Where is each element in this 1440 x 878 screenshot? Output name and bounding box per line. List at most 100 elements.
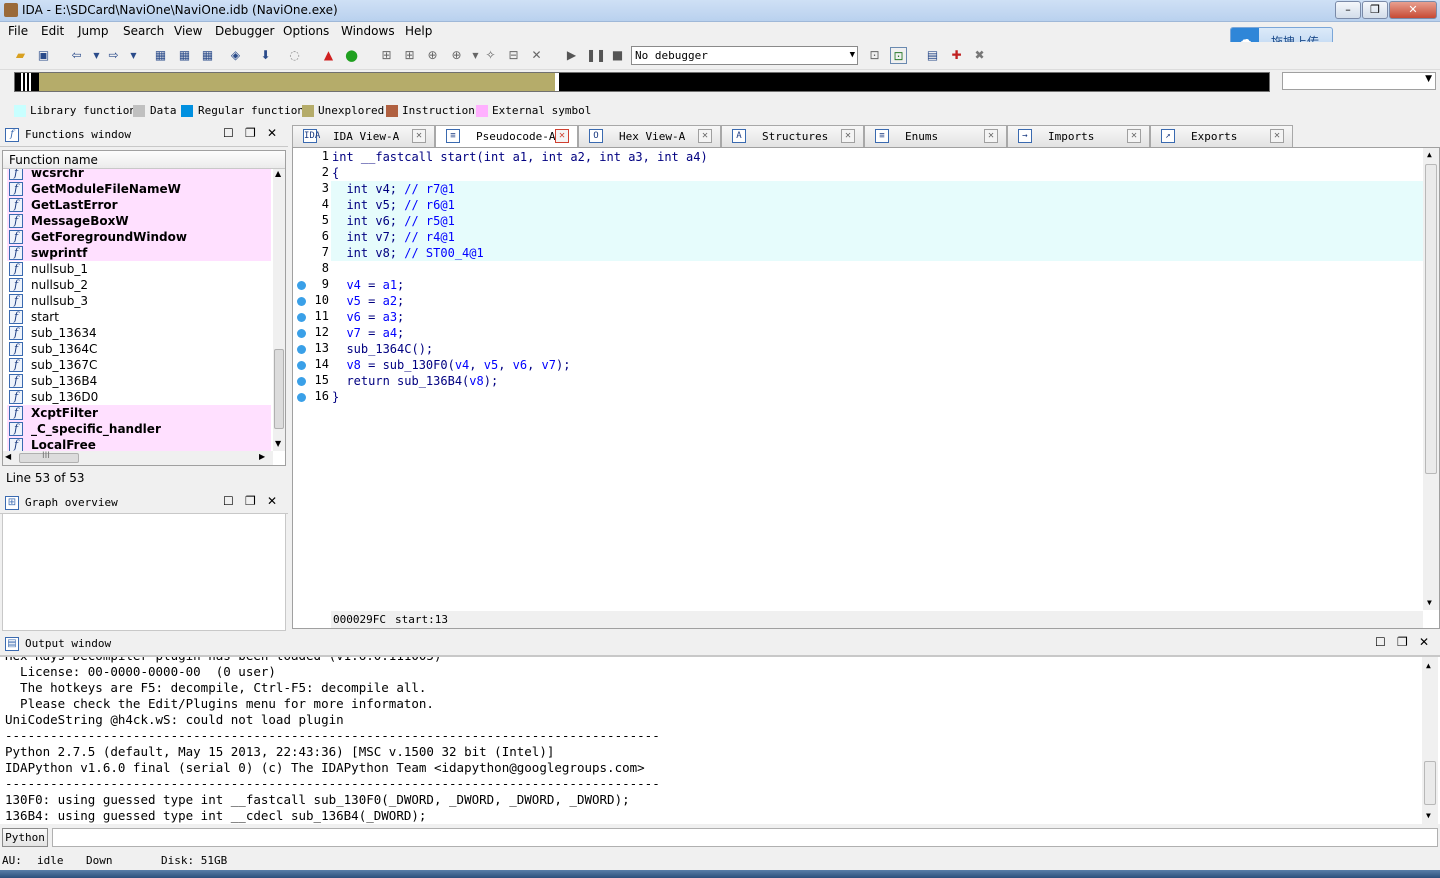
scrollbar-thumb[interactable]: III bbox=[19, 451, 79, 463]
code-line[interactable]: int v7; // r4@1 bbox=[331, 229, 1423, 245]
breakpoint-marker-icon[interactable] bbox=[297, 297, 306, 306]
graph-tool-5-icon[interactable]: ✧ bbox=[482, 47, 499, 64]
menu-options[interactable]: Options bbox=[283, 24, 329, 38]
open-structures-icon[interactable]: ▦ bbox=[176, 47, 193, 64]
scrollbar-thumb[interactable] bbox=[1425, 164, 1437, 474]
scroll-up-icon[interactable]: ▲ bbox=[275, 169, 281, 178]
function-list-item[interactable]: f XcptFilter bbox=[7, 405, 271, 421]
python-command-input[interactable] bbox=[52, 828, 1438, 847]
scroll-down-icon[interactable]: ▼ bbox=[1427, 598, 1432, 607]
scroll-left-icon[interactable]: ◀ bbox=[5, 452, 11, 461]
function-list-item[interactable]: f sub_136B4 bbox=[7, 373, 271, 389]
code-line[interactable]: int __fastcall start(int a1, int a2, int… bbox=[331, 149, 1423, 165]
back-dropdown-icon[interactable]: ▼ bbox=[88, 47, 105, 64]
menu-search[interactable]: Search bbox=[123, 24, 164, 38]
function-list-item[interactable]: f GetForegroundWindow bbox=[7, 229, 271, 245]
delete-icon[interactable]: ✕ bbox=[528, 47, 545, 64]
run-green-icon[interactable]: ● bbox=[343, 47, 360, 64]
function-list-item[interactable]: f nullsub_3 bbox=[7, 293, 271, 309]
forward-arrow-icon[interactable]: ⇨ bbox=[105, 47, 122, 64]
close-tab-icon[interactable]: ✕ bbox=[841, 129, 855, 143]
code-line[interactable]: v6 = a3; bbox=[331, 309, 1423, 325]
open-enums-icon[interactable]: ▦ bbox=[199, 47, 216, 64]
pseudocode-scrollbar[interactable]: ▲ ▼ bbox=[1423, 148, 1439, 610]
code-line[interactable]: return sub_136B4(v8); bbox=[331, 373, 1423, 389]
pause-icon[interactable]: ❚❚ bbox=[586, 47, 606, 64]
python-button[interactable]: Python bbox=[2, 828, 48, 847]
function-list-item[interactable]: f nullsub_1 bbox=[7, 261, 271, 277]
breakpoint-marker-icon[interactable] bbox=[297, 377, 306, 386]
pseudocode-view[interactable]: 1 2 3 4 5 6 7 8 9 10 11 12 13 14 15 16 int __fastcall s… bbox=[292, 147, 1440, 629]
close-tab-icon[interactable]: ✕ bbox=[555, 129, 569, 143]
save-icon[interactable]: ▣ bbox=[35, 47, 52, 64]
function-name-column-header[interactable]: Function name bbox=[3, 151, 285, 169]
scroll-up-icon[interactable]: ▲ bbox=[1427, 150, 1432, 159]
tab-hex-view-a[interactable]: O Hex View-A ✕ bbox=[578, 125, 721, 147]
code-line[interactable]: sub_1364C(); bbox=[331, 341, 1423, 357]
restore-panel-button[interactable]: ❐ bbox=[245, 126, 256, 140]
breakpoint-marker-icon[interactable] bbox=[297, 361, 306, 370]
scrollbar-thumb[interactable] bbox=[1424, 761, 1436, 805]
output-log[interactable]: Hex-Rays Decompiler plugin has been load… bbox=[0, 656, 1440, 824]
breakpoint-marker-icon[interactable] bbox=[297, 345, 306, 354]
menu-view[interactable]: View bbox=[174, 24, 202, 38]
tab-ida-view-a[interactable]: IDA IDA View-A ✕ bbox=[292, 125, 435, 147]
tab-pseudocode-a[interactable]: ≡ Pseudocode-A ✕ bbox=[435, 125, 578, 148]
code-line[interactable]: int v6; // r5@1 bbox=[331, 213, 1423, 229]
graph-overview-canvas[interactable] bbox=[2, 513, 286, 631]
code-line[interactable]: int v4; // r7@1 bbox=[331, 181, 1423, 197]
scroll-up-icon[interactable]: ▲ bbox=[1426, 661, 1431, 670]
close-panel-button[interactable]: ✕ bbox=[267, 494, 277, 508]
breakpoint-marker-icon[interactable] bbox=[297, 313, 306, 322]
open-file-icon[interactable]: ▰ bbox=[12, 47, 29, 64]
maximize-button[interactable]: ❐ bbox=[1362, 1, 1388, 19]
close-window-button[interactable]: ✕ bbox=[1389, 1, 1437, 19]
scrollbar-thumb[interactable] bbox=[274, 349, 284, 429]
scroll-down-icon[interactable]: ▼ bbox=[275, 439, 281, 448]
graph-tool-2-icon[interactable]: ⊞ bbox=[401, 47, 418, 64]
restore-panel-button[interactable]: ❐ bbox=[1397, 635, 1408, 649]
tab-exports[interactable]: ↗ Exports ✕ bbox=[1150, 125, 1293, 147]
function-list-item[interactable]: f start bbox=[7, 309, 271, 325]
menu-edit[interactable]: Edit bbox=[41, 24, 64, 38]
close-tab-icon[interactable]: ✕ bbox=[984, 129, 998, 143]
open-subviews-icon[interactable]: ▦ bbox=[152, 47, 169, 64]
function-list-item[interactable]: f GetModuleFileNameW bbox=[7, 181, 271, 197]
breakpoint-marker-icon[interactable] bbox=[297, 329, 306, 338]
debugger-active-icon[interactable]: ⊡ bbox=[890, 47, 907, 64]
function-list-item[interactable]: f sub_1367C bbox=[7, 357, 271, 373]
cross-ref-icon[interactable]: ◌ bbox=[286, 47, 303, 64]
navigation-band[interactable] bbox=[14, 72, 1270, 92]
float-panel-button[interactable]: ☐ bbox=[223, 494, 234, 508]
function-list-item[interactable]: f sub_136D0 bbox=[7, 389, 271, 405]
float-panel-button[interactable]: ☐ bbox=[223, 126, 234, 140]
close-tab-icon[interactable]: ✕ bbox=[412, 129, 426, 143]
function-list-item[interactable]: f GetLastError bbox=[7, 197, 271, 213]
binary-search-icon[interactable]: ◈ bbox=[227, 47, 244, 64]
minimize-button[interactable]: – bbox=[1335, 1, 1361, 19]
scroll-down-icon[interactable]: ▼ bbox=[1426, 811, 1431, 820]
forward-dropdown-icon[interactable]: ▼ bbox=[125, 47, 142, 64]
function-list-item[interactable]: f MessageBoxW bbox=[7, 213, 271, 229]
scroll-right-icon[interactable]: ▶ bbox=[259, 452, 265, 461]
functions-vertical-scrollbar[interactable]: ▲ ▼ bbox=[273, 169, 285, 451]
function-list-item[interactable]: f _C_specific_handler bbox=[7, 421, 271, 437]
code-line[interactable] bbox=[331, 261, 1423, 277]
warning-icon[interactable]: ▲ bbox=[320, 47, 337, 64]
function-list-item[interactable]: f sub_13634 bbox=[7, 325, 271, 341]
start-debugger-icon[interactable]: ▶ bbox=[563, 47, 580, 64]
tab-structures[interactable]: A Structures ✕ bbox=[721, 125, 864, 147]
graph-tool-3-icon[interactable]: ⊕ bbox=[424, 47, 441, 64]
stop-icon[interactable]: ■ bbox=[609, 47, 626, 64]
close-tab-icon[interactable]: ✕ bbox=[1270, 129, 1284, 143]
graph-tool-6-icon[interactable]: ⊟ bbox=[505, 47, 522, 64]
back-arrow-icon[interactable]: ⇦ bbox=[68, 47, 85, 64]
output-scrollbar[interactable]: ▲ ▼ bbox=[1422, 657, 1438, 824]
nav-combo[interactable]: ▼ bbox=[1282, 72, 1436, 90]
code-line[interactable]: v7 = a4; bbox=[331, 325, 1423, 341]
menu-windows[interactable]: Windows bbox=[341, 24, 395, 38]
debugger-select[interactable]: No debugger ▼ bbox=[631, 46, 858, 65]
function-list-item[interactable]: f nullsub_2 bbox=[7, 277, 271, 293]
close-tab-icon[interactable]: ✕ bbox=[1127, 129, 1141, 143]
restore-panel-button[interactable]: ❐ bbox=[245, 494, 256, 508]
